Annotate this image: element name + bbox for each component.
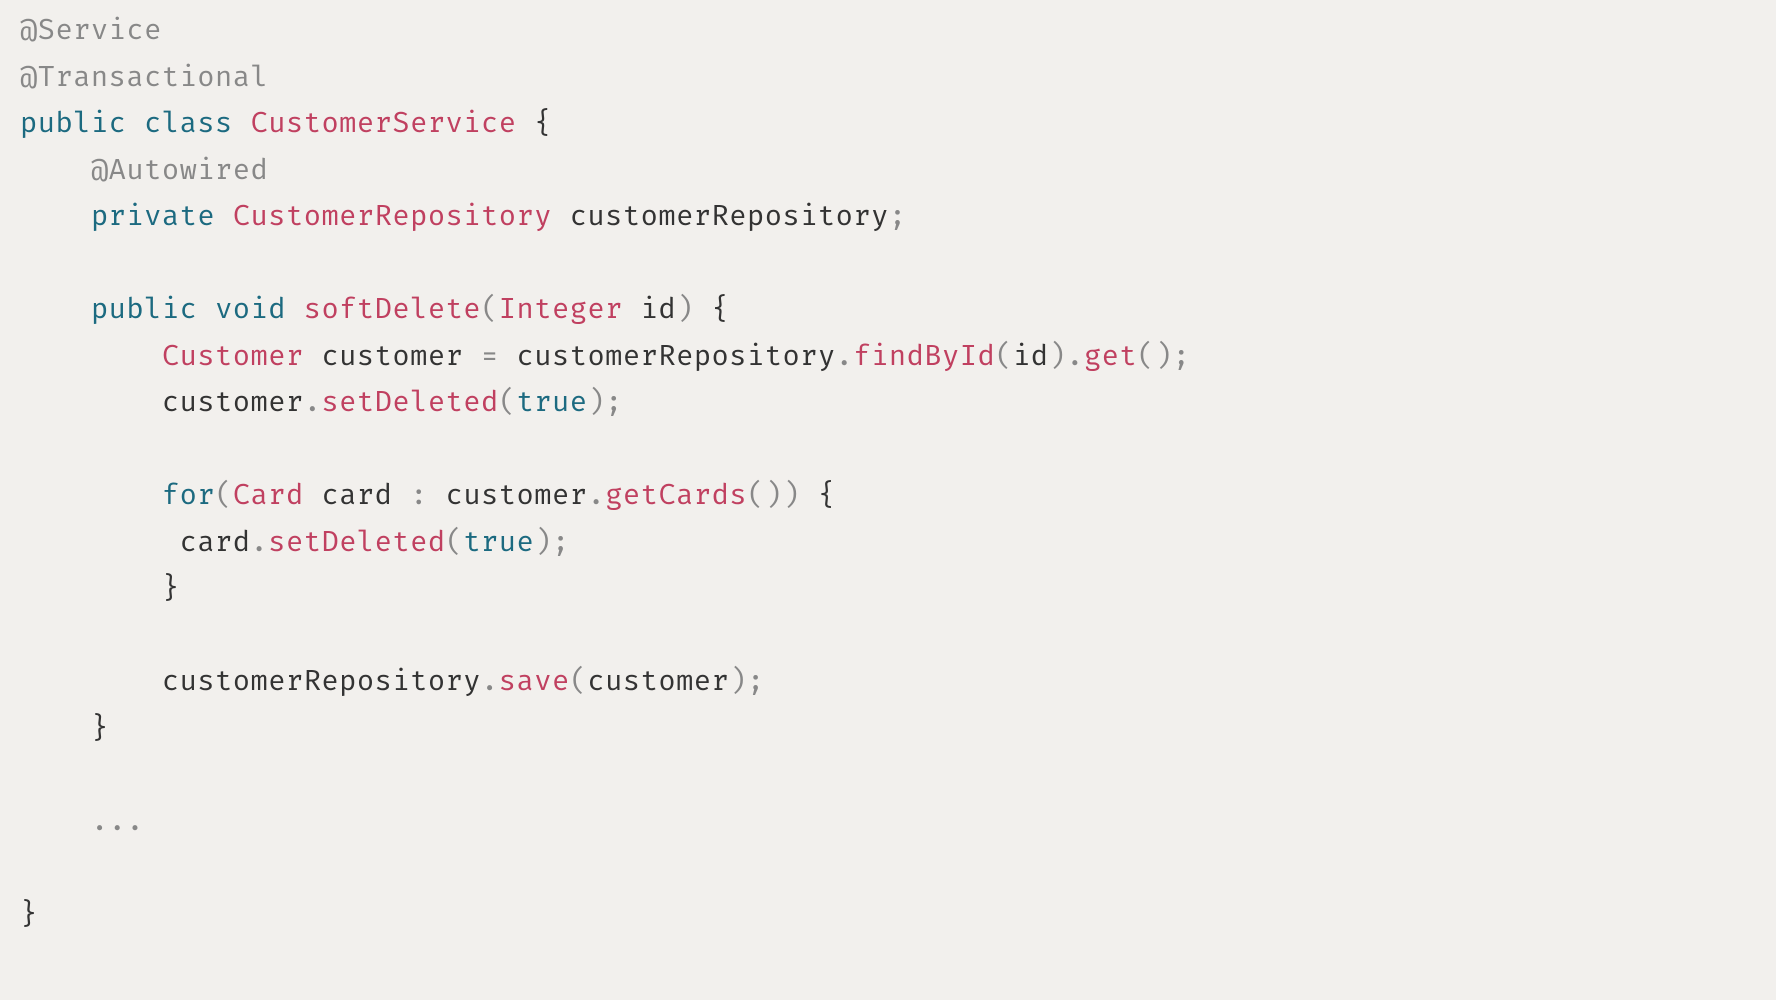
code-token: Customer — [162, 339, 304, 374]
code-line: ... — [20, 804, 144, 839]
code-token: ( — [215, 478, 233, 513]
code-line: Customer customer = customerRepository.f… — [20, 339, 1190, 374]
code-token: true — [463, 525, 534, 560]
code-token: customer — [321, 339, 463, 374]
code-token: customerRepository — [517, 339, 836, 374]
code-token: ; — [605, 385, 623, 420]
code-token: softDelete — [304, 292, 481, 327]
code-token: () — [747, 478, 782, 513]
code-token: ) — [783, 478, 801, 513]
code-line: private CustomerRepository customerRepos… — [20, 199, 907, 234]
code-token: } — [20, 897, 38, 932]
code-token: getCards — [605, 478, 747, 513]
code-token: . — [481, 664, 499, 699]
code-token: save — [499, 664, 570, 699]
code-token: ( — [570, 664, 588, 699]
code-line: } — [20, 571, 180, 606]
code-line: } — [20, 897, 38, 932]
code-token: () — [1137, 339, 1172, 374]
code-token: ) — [534, 525, 552, 560]
code-token: private — [91, 199, 215, 234]
code-token: @Autowired — [91, 153, 268, 188]
code-line: for(Card card : customer.getCards()) { — [20, 478, 836, 513]
code-token: CustomerRepository — [233, 199, 552, 234]
code-token: class — [144, 106, 233, 141]
code-token: ( — [446, 525, 464, 560]
code-token: ( — [995, 339, 1013, 374]
code-token: { — [818, 478, 836, 513]
code-token: = — [481, 339, 499, 374]
code-token: Card — [233, 478, 304, 513]
code-token: card — [180, 525, 251, 560]
code-token: id — [1013, 339, 1048, 374]
code-token: public — [20, 106, 126, 141]
code-block: @Service @Transactional public class Cus… — [0, 0, 1776, 946]
code-token: ) — [676, 292, 694, 327]
code-line: public void softDelete(Integer id) { — [20, 292, 729, 327]
code-line: card.setDeleted(true); — [20, 525, 570, 560]
code-token: { — [712, 292, 730, 327]
code-token: ) — [587, 385, 605, 420]
code-token: ) — [1048, 339, 1066, 374]
code-token: customer — [446, 478, 588, 513]
code-token: for — [162, 478, 215, 513]
code-token: setDeleted — [321, 385, 498, 420]
code-token: . — [251, 525, 269, 560]
code-token: { — [534, 106, 552, 141]
code-token: card — [321, 478, 392, 513]
code-token: findById — [853, 339, 995, 374]
code-line: customer.setDeleted(true); — [20, 385, 623, 420]
code-token: customerRepository — [162, 664, 481, 699]
code-line: public class CustomerService { — [20, 106, 552, 141]
code-token: ; — [747, 664, 765, 699]
code-token: ; — [1173, 339, 1191, 374]
code-token: public — [91, 292, 197, 327]
code-token: customer — [162, 385, 304, 420]
code-line: @Transactional — [20, 60, 268, 95]
code-token: @Service — [20, 13, 162, 48]
code-token: . — [304, 385, 322, 420]
code-token: ( — [499, 385, 517, 420]
code-token: void — [215, 292, 286, 327]
code-token: ; — [552, 525, 570, 560]
code-token: ) — [729, 664, 747, 699]
code-token: . — [587, 478, 605, 513]
code-token: get — [1084, 339, 1137, 374]
code-token: customer — [587, 664, 729, 699]
code-token: } — [162, 571, 180, 606]
code-token: @Transactional — [20, 60, 268, 95]
code-token: } — [91, 711, 109, 746]
code-line: customerRepository.save(customer); — [20, 664, 765, 699]
code-token: : — [410, 478, 428, 513]
code-token: CustomerService — [251, 106, 517, 141]
code-line: @Autowired — [20, 153, 268, 188]
code-token: ( — [481, 292, 499, 327]
code-token: id — [641, 292, 676, 327]
code-token: ... — [91, 804, 144, 839]
code-line: @Service — [20, 13, 162, 48]
code-token: customerRepository — [570, 199, 889, 234]
code-line: } — [20, 711, 109, 746]
code-token: setDeleted — [268, 525, 445, 560]
code-token: ; — [889, 199, 907, 234]
code-token: true — [517, 385, 588, 420]
code-token: Integer — [499, 292, 623, 327]
code-token: . — [1066, 339, 1084, 374]
code-token: . — [836, 339, 854, 374]
